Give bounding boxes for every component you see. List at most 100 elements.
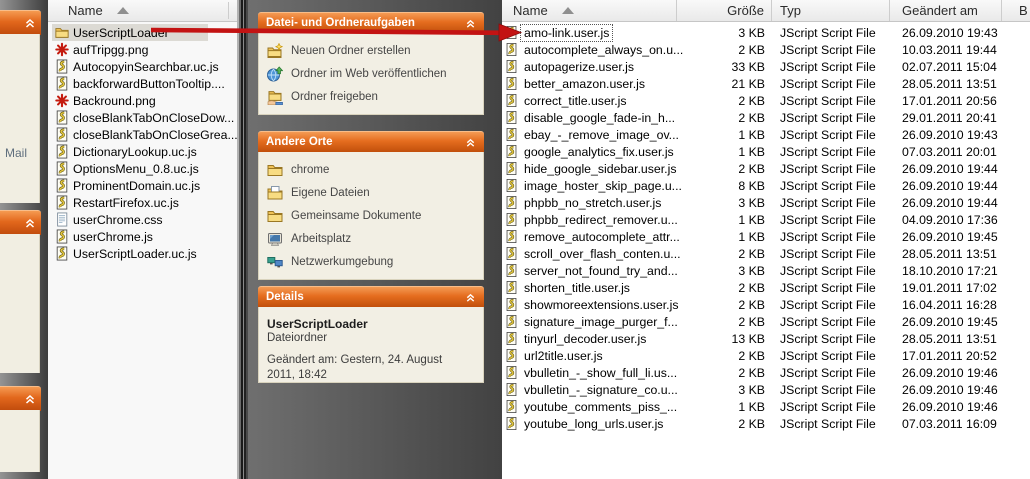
task-item-label: Ordner im Web veröffentlichen bbox=[291, 68, 447, 80]
left-file-row[interactable]: DictionaryLookup.uc.js bbox=[48, 143, 237, 160]
left-file-row[interactable]: Backround.png bbox=[48, 92, 237, 109]
right-file-row[interactable]: url2title.user.js 2 KB JScript Script Fi… bbox=[502, 347, 1030, 364]
right-file-row[interactable]: google_analytics_fix.user.js 1 KB JScrip… bbox=[502, 143, 1030, 160]
other-places-body: chrome Eigene Dateien Gemeinsame Dokumen… bbox=[258, 152, 484, 280]
left-file-row[interactable]: closeBlankTabOnCloseGrea... bbox=[48, 126, 237, 143]
details-panel: Details UserScriptLoader Dateiordner Geä… bbox=[258, 286, 484, 383]
left-file-row[interactable]: AutocopyinSearchbar.uc.js bbox=[48, 58, 237, 75]
right-file-row[interactable]: scroll_over_flash_conten.u... 2 KB JScri… bbox=[502, 245, 1030, 262]
task-pane-item[interactable]: Neuen Ordner erstellen bbox=[267, 39, 475, 62]
right-file-window: Name Größe Typ Geändert am B amo-link.us… bbox=[502, 0, 1030, 479]
file-name-label: disable_google_fade-in_h... bbox=[521, 110, 678, 126]
right-file-row[interactable]: youtube_long_urls.user.js 2 KB JScript S… bbox=[502, 415, 1030, 432]
right-file-row[interactable]: shorten_title.user.js 2 KB JScript Scrip… bbox=[502, 279, 1030, 296]
right-file-row[interactable]: tinyurl_decoder.user.js 13 KB JScript Sc… bbox=[502, 330, 1030, 347]
task-item-label: chrome bbox=[291, 164, 329, 176]
details-header[interactable]: Details bbox=[258, 286, 484, 307]
task-pane-item[interactable]: Ordner im Web veröffentlichen bbox=[267, 62, 475, 85]
left-file-row[interactable]: UserScriptLoader.uc.js bbox=[48, 245, 237, 262]
right-file-row[interactable]: remove_autocomplete_attr... 1 KB JScript… bbox=[502, 228, 1030, 245]
file-name-label: DictionaryLookup.uc.js bbox=[73, 145, 197, 159]
left-file-row[interactable]: aufTripgg.png bbox=[48, 41, 237, 58]
left-file-row[interactable]: backforwardButtonTooltip.... bbox=[48, 75, 237, 92]
file-type-icon bbox=[55, 144, 69, 159]
left-file-row[interactable]: ProminentDomain.uc.js bbox=[48, 177, 237, 194]
type-column-header[interactable]: Typ bbox=[772, 0, 890, 21]
file-type-icon bbox=[505, 416, 518, 431]
file-name-cell: AutocopyinSearchbar.uc.js bbox=[52, 58, 222, 75]
right-file-row[interactable]: autocomplete_always_on.u... 2 KB JScript… bbox=[502, 41, 1030, 58]
right-file-row[interactable]: youtube_comments_piss_... 1 KB JScript S… bbox=[502, 398, 1030, 415]
right-file-row[interactable]: image_hoster_skip_page.u... 8 KB JScript… bbox=[502, 177, 1030, 194]
right-file-row[interactable]: showmoreextensions.user.js 2 KB JScript … bbox=[502, 296, 1030, 313]
file-name-label: closeBlankTabOnCloseDow... bbox=[73, 111, 234, 125]
right-file-row[interactable]: correct_title.user.js 2 KB JScript Scrip… bbox=[502, 92, 1030, 109]
task-pane-item[interactable]: Arbeitsplatz bbox=[267, 227, 475, 250]
file-type-cell: JScript Script File bbox=[772, 213, 890, 227]
file-type-icon bbox=[55, 76, 69, 91]
right-file-row[interactable]: amo-link.user.js 3 KB JScript Script Fil… bbox=[502, 24, 1030, 41]
file-name-label: Backround.png bbox=[73, 94, 156, 108]
right-file-row[interactable]: vbulletin_-_signature_co.u... 3 KB JScri… bbox=[502, 381, 1030, 398]
file-name-cell: autopagerize.user.js bbox=[502, 59, 677, 75]
right-file-row[interactable]: ebay_-_remove_image_ov... 1 KB JScript S… bbox=[502, 126, 1030, 143]
other-places-header[interactable]: Andere Orte bbox=[258, 131, 484, 152]
cropped-column-label: B bbox=[1019, 3, 1028, 18]
file-modified-cell: 29.01.2011 20:41 bbox=[890, 111, 1002, 125]
file-type-icon bbox=[505, 212, 518, 227]
chevron-double-up-icon bbox=[465, 18, 476, 29]
file-type-icon bbox=[505, 93, 518, 108]
file-type-icon bbox=[505, 246, 518, 261]
right-file-row[interactable]: disable_google_fade-in_h... 2 KB JScript… bbox=[502, 109, 1030, 126]
column-separator[interactable] bbox=[228, 2, 229, 19]
file-size-cell: 2 KB bbox=[677, 349, 772, 363]
left-file-row[interactable]: userChrome.css bbox=[48, 211, 237, 228]
size-column-header[interactable]: Größe bbox=[677, 0, 772, 21]
file-type-icon bbox=[55, 42, 69, 57]
file-type-icon bbox=[505, 365, 518, 380]
cropped-column-header[interactable]: B bbox=[1002, 0, 1030, 21]
right-file-row[interactable]: better_amazon.user.js 21 KB JScript Scri… bbox=[502, 75, 1030, 92]
right-file-row[interactable]: server_not_found_try_and... 3 KB JScript… bbox=[502, 262, 1030, 279]
collapsed-panel-header-3[interactable] bbox=[0, 386, 41, 411]
file-modified-cell: 26.09.2010 19:43 bbox=[890, 128, 1002, 142]
file-name-label: hide_google_sidebar.user.js bbox=[521, 161, 679, 177]
right-file-row[interactable]: autopagerize.user.js 33 KB JScript Scrip… bbox=[502, 58, 1030, 75]
task-item-mail-partial[interactable]: Mail bbox=[5, 146, 27, 160]
left-name-column-header[interactable]: Name bbox=[48, 0, 237, 21]
collapsed-panel-header-2[interactable] bbox=[0, 210, 41, 235]
left-file-row[interactable]: RestartFirefox.uc.js bbox=[48, 194, 237, 211]
collapsed-panel-header-1[interactable] bbox=[0, 10, 41, 35]
file-type-icon bbox=[505, 229, 518, 244]
right-file-row[interactable]: phpbb_no_stretch.user.js 3 KB JScript Sc… bbox=[502, 194, 1030, 211]
chevron-double-up-icon bbox=[465, 137, 476, 148]
task-pane-item[interactable]: Ordner freigeben bbox=[267, 85, 475, 108]
task-item-label: Eigene Dateien bbox=[291, 187, 370, 199]
file-name-cell: phpbb_redirect_remover.u... bbox=[502, 212, 677, 228]
task-item-icon bbox=[267, 254, 283, 270]
file-name-label: tinyurl_decoder.user.js bbox=[521, 331, 649, 347]
chevron-double-up-icon bbox=[24, 17, 36, 29]
file-name-label: backforwardButtonTooltip.... bbox=[73, 77, 225, 91]
left-file-row[interactable]: OptionsMenu_0.8.uc.js bbox=[48, 160, 237, 177]
file-name-cell: amo-link.user.js bbox=[502, 25, 677, 41]
modified-column-header[interactable]: Geändert am bbox=[890, 0, 1002, 21]
task-pane-item[interactable]: chrome bbox=[267, 158, 475, 181]
file-modified-cell: 18.10.2010 17:21 bbox=[890, 264, 1002, 278]
right-file-row[interactable]: phpbb_redirect_remover.u... 1 KB JScript… bbox=[502, 211, 1030, 228]
left-file-row[interactable]: closeBlankTabOnCloseDow... bbox=[48, 109, 237, 126]
right-file-row[interactable]: signature_image_purger_f... 2 KB JScript… bbox=[502, 313, 1030, 330]
left-file-row[interactable]: userChrome.js bbox=[48, 228, 237, 245]
left-file-row[interactable]: UserScriptLoader bbox=[48, 24, 237, 41]
file-name-label: remove_autocomplete_attr... bbox=[521, 229, 683, 245]
file-modified-cell: 28.05.2011 13:51 bbox=[890, 247, 1002, 261]
file-folder-tasks-header[interactable]: Datei- und Ordneraufgaben bbox=[258, 12, 484, 33]
task-pane-item[interactable]: Gemeinsame Dokumente bbox=[267, 204, 475, 227]
right-file-row[interactable]: hide_google_sidebar.user.js 2 KB JScript… bbox=[502, 160, 1030, 177]
file-name-label: shorten_title.user.js bbox=[521, 280, 633, 296]
task-pane-item[interactable]: Eigene Dateien bbox=[267, 181, 475, 204]
task-pane-item[interactable]: Netzwerkumgebung bbox=[267, 250, 475, 273]
name-column-header[interactable]: Name bbox=[502, 0, 677, 21]
right-file-row[interactable]: vbulletin_-_show_full_li.us... 2 KB JScr… bbox=[502, 364, 1030, 381]
file-modified-cell: 26.09.2010 19:44 bbox=[890, 162, 1002, 176]
